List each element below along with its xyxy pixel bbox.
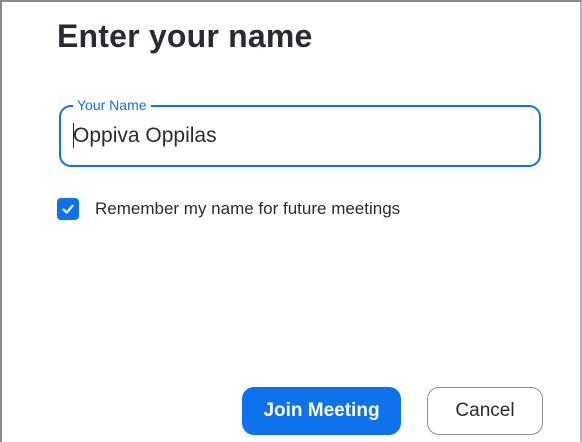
name-input[interactable] (73, 124, 513, 148)
remember-name-checkbox[interactable] (57, 198, 79, 220)
checkmark-icon (62, 204, 74, 214)
name-field[interactable]: Your Name (59, 97, 541, 167)
text-caret (73, 123, 74, 148)
enter-name-dialog: Enter your name Your Name Remember my na… (0, 0, 582, 442)
cancel-button[interactable]: Cancel (427, 387, 543, 435)
name-field-label: Your Name (73, 97, 151, 113)
dialog-title: Enter your name (57, 18, 313, 54)
remember-name-option[interactable]: Remember my name for future meetings (57, 198, 400, 220)
remember-name-label[interactable]: Remember my name for future meetings (95, 199, 400, 219)
join-meeting-button[interactable]: Join Meeting (242, 387, 401, 435)
